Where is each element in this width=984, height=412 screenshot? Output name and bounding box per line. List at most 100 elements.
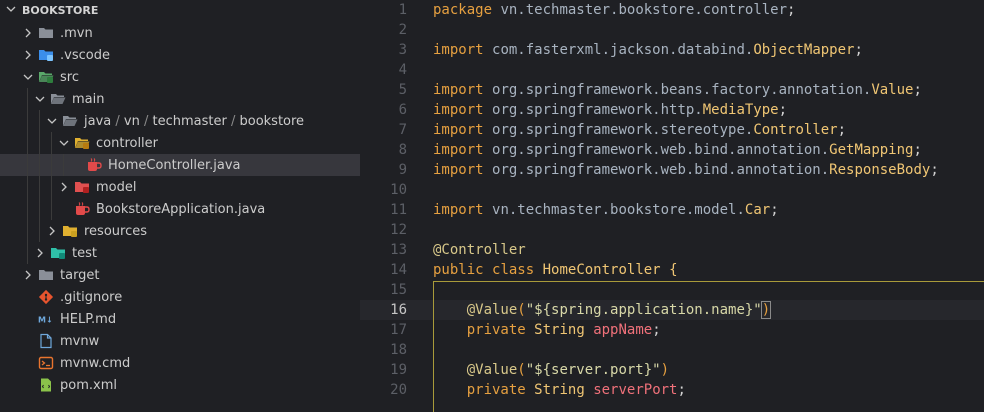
code-token: ResponseBody — [829, 162, 931, 178]
code-line[interactable]: 14 public class HomeController { — [360, 260, 984, 280]
tree-item[interactable]: java / vn / techmaster / bookstore — [0, 110, 360, 132]
code-token: private — [466, 322, 526, 338]
tree-item[interactable]: .vscode — [0, 44, 360, 66]
code-line[interactable]: 11 import vn.techmaster.bookstore.model.C… — [360, 200, 984, 220]
code-token: MediaType — [702, 102, 779, 118]
chevron-down-icon[interactable] — [20, 72, 36, 82]
line-number: 11 — [390, 202, 407, 218]
tree-item[interactable]: resources — [0, 220, 360, 242]
tree-item-label: test — [72, 245, 97, 261]
code-token: import — [433, 82, 484, 98]
code-line[interactable]: 8 import org.springframework.web.bind.ann… — [360, 140, 984, 160]
tree-item[interactable]: BookstoreApplication.java — [0, 198, 360, 220]
tree-item[interactable]: src — [0, 66, 360, 88]
explorer-sidebar: BOOKSTORE .mvn .vscode src main java / vn / … — [0, 0, 360, 405]
java-file-icon — [74, 201, 90, 217]
tree-item-label: .vscode — [60, 47, 110, 63]
line-number: 1 — [398, 2, 407, 18]
code-line[interactable]: 3 import com.fasterxml.jackson.databind.O… — [360, 40, 984, 60]
code-token: String — [534, 382, 585, 398]
tree-item-label: mvnw.cmd — [60, 355, 131, 371]
code-token: public — [433, 262, 484, 278]
vscode-folder-icon — [38, 47, 54, 63]
chevron-right-icon[interactable] — [20, 28, 36, 38]
tree-item[interactable]: mvnw — [0, 330, 360, 352]
code-line[interactable]: 9 import org.springframework.web.bind.ann… — [360, 160, 984, 180]
code-token: @Value — [466, 362, 518, 378]
chevron-right-icon[interactable] — [32, 248, 48, 258]
code-line[interactable]: 19 @Value("${server.port}") — [360, 360, 984, 380]
controller-folder-icon — [74, 135, 90, 151]
tree-item[interactable]: .gitignore — [0, 286, 360, 308]
line-number: 12 — [390, 222, 407, 238]
line-number: 5 — [398, 82, 407, 98]
tree-item-label: main — [72, 91, 105, 107]
chevron-down-icon[interactable] — [44, 116, 60, 126]
code-editor[interactable]: 1 package vn.techmaster.bookstore.control… — [360, 0, 984, 405]
code-line[interactable]: 16 @Value("${spring.application.name}") — [360, 300, 984, 320]
tree-item[interactable]: model — [0, 176, 360, 198]
tree-item[interactable]: HomeController.java — [0, 154, 360, 176]
code-text: package vn.techmaster.bookstore.controll… — [433, 0, 795, 20]
code-line[interactable]: 13 @Controller — [360, 240, 984, 260]
tree-item[interactable]: pom.xml — [0, 374, 360, 396]
code-token: "${server.port}" — [525, 362, 661, 378]
svg-text:M↓: M↓ — [38, 316, 53, 325]
code-token: org.springframework.web.bind.annotation. — [492, 142, 830, 158]
tree-item[interactable]: controller — [0, 132, 360, 154]
tree-item-label: pom.xml — [60, 377, 117, 393]
code-token: ( — [517, 362, 526, 378]
resources-folder-icon — [62, 223, 78, 239]
code-token: String — [534, 322, 585, 338]
code-token: "${spring.application.name}" — [525, 302, 762, 318]
chevron-down-icon[interactable] — [32, 94, 48, 104]
code-token: ; — [930, 162, 939, 178]
tree-item-label: java / vn / techmaster / bookstore — [84, 113, 305, 129]
code-line[interactable]: 12 — [360, 220, 984, 240]
code-line[interactable]: 2 — [360, 20, 984, 40]
chevron-down-icon[interactable] — [56, 138, 72, 148]
java-file-icon — [86, 157, 102, 173]
tree-item[interactable]: test — [0, 242, 360, 264]
code-line[interactable]: 18 — [360, 340, 984, 360]
code-token: import — [433, 202, 484, 218]
tree-item[interactable]: target — [0, 264, 360, 286]
code-text: import org.springframework.web.bind.anno… — [433, 140, 922, 160]
chevron-right-icon[interactable] — [44, 226, 60, 236]
code-token: class — [492, 262, 535, 278]
code-line[interactable]: 10 — [360, 180, 984, 200]
tree-item-label: controller — [96, 135, 159, 151]
chevron-right-icon[interactable] — [56, 182, 72, 192]
code-token: ; — [913, 142, 922, 158]
xml-file-icon — [38, 377, 54, 393]
code-line[interactable]: 4 — [360, 60, 984, 80]
code-token: import — [433, 42, 484, 58]
code-line[interactable]: 17 private String appName; — [360, 320, 984, 340]
chevron-right-icon[interactable] — [20, 270, 36, 280]
code-token: vn.techmaster.bookstore.model. — [492, 202, 745, 218]
code-line[interactable]: 1 package vn.techmaster.bookstore.control… — [360, 0, 984, 20]
code-line[interactable]: 5 import org.springframework.beans.factor… — [360, 80, 984, 100]
code-line[interactable]: 20 private String serverPort; — [360, 380, 984, 400]
tree-item[interactable]: mvnw.cmd — [0, 352, 360, 374]
code-token: org.springframework.stereotype. — [492, 122, 754, 138]
markdown-file-icon: M↓ — [38, 311, 54, 327]
code-line[interactable]: 7 import org.springframework.stereotype.C… — [360, 120, 984, 140]
tree-item[interactable]: .mvn — [0, 22, 360, 44]
chevron-right-icon[interactable] — [20, 50, 36, 60]
indent-guide — [51, 132, 52, 154]
explorer-section-header[interactable]: BOOKSTORE — [0, 0, 360, 22]
code-text: import org.springframework.web.bind.anno… — [433, 160, 939, 180]
tree-item[interactable]: main — [0, 88, 360, 110]
tree-item[interactable]: M↓ HELP.md — [0, 308, 360, 330]
code-line[interactable]: 6 import org.springframework.http.MediaTy… — [360, 100, 984, 120]
code-token: Value — [871, 82, 914, 98]
code-line[interactable]: 15 — [360, 280, 984, 300]
tree-item-label: .gitignore — [60, 289, 123, 305]
